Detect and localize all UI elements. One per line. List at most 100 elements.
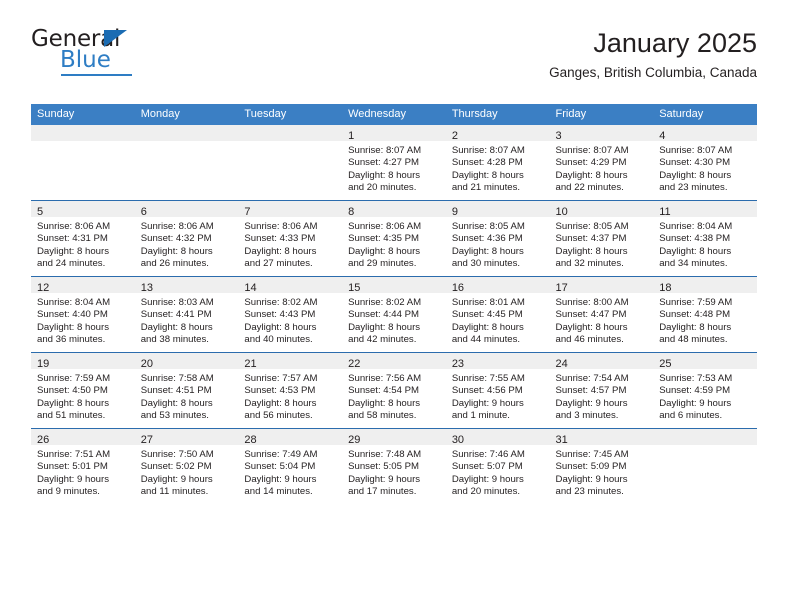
day-detail-block: Sunrise: 7:51 AM Sunset: 5:01 PM Daylight:… — [31, 445, 135, 499]
calendar-day-cell[interactable]: 31 Sunrise: 7:45 AM Sunset: 5:09 PM Dayligh… — [549, 428, 654, 504]
day-number: 27 — [140, 434, 153, 446]
weekday-header-row: Sunday Monday Tuesday Wednesday Thursday Frid… — [31, 104, 757, 125]
calendar-day-cell-empty — [134, 125, 239, 201]
daylight-text: Daylight: 8 hours — [555, 169, 628, 181]
day-number-band — [31, 125, 135, 141]
sunset-text: Sunset: 4:50 PM — [37, 385, 108, 397]
day-number: 11 — [659, 206, 671, 218]
day-detail-block: Sunrise: 7:49 AM Sunset: 5:04 PM Daylight:… — [238, 445, 342, 499]
calendar-day-cell[interactable]: 16 Sunrise: 8:01 AM Sunset: 4:45 PM Dayligh… — [445, 276, 550, 353]
day-detail-block: Sunrise: 7:55 AM Sunset: 4:56 PM Daylight:… — [446, 369, 550, 423]
day-number-band: 23 — [445, 353, 550, 370]
calendar-day-cell[interactable]: 1 Sunrise: 8:07 AM Sunset: 4:27 PM Daylight… — [342, 125, 446, 201]
sunrise-text: Sunrise: 8:07 AM — [555, 145, 629, 156]
calendar-day-cell[interactable]: 2 Sunrise: 8:07 AM Sunset: 4:28 PM Daylight… — [445, 125, 550, 201]
calendar-day-cell[interactable]: 29 Sunrise: 7:48 AM Sunset: 5:05 PM Dayligh… — [342, 428, 446, 504]
daylight-text-cont: and 21 minutes. — [451, 182, 521, 194]
calendar-day-cell[interactable]: 18 Sunrise: 7:59 AM Sunset: 4:48 PM Dayligh… — [653, 276, 757, 353]
daylight-text-cont: and 26 minutes. — [140, 258, 209, 270]
calendar-day-cell[interactable]: 7 Sunrise: 8:06 AM Sunset: 4:33 PM Daylight… — [238, 200, 343, 277]
sunset-text: Sunset: 4:51 PM — [140, 385, 212, 397]
calendar-day-cell[interactable]: 21 Sunrise: 7:57 AM Sunset: 4:53 PM Dayligh… — [238, 352, 343, 429]
day-detail-block: Sunrise: 8:00 AM Sunset: 4:47 PM Daylight:… — [550, 293, 654, 347]
daylight-text: Daylight: 9 hours — [555, 397, 628, 409]
logo-triangle-icon — [104, 30, 127, 47]
calendar-page: General Blue January 2025 Ganges, Britis… — [0, 0, 792, 612]
calendar-day-cell[interactable]: 15 Sunrise: 8:02 AM Sunset: 4:44 PM Dayligh… — [342, 276, 446, 353]
calendar-day-cell[interactable]: 9 Sunrise: 8:05 AM Sunset: 4:36 PM Daylight… — [445, 200, 550, 277]
daylight-text: Daylight: 8 hours — [451, 169, 524, 181]
sunset-text: Sunset: 5:05 PM — [348, 461, 420, 473]
day-detail-block: Sunrise: 7:58 AM Sunset: 4:51 PM Daylight:… — [135, 369, 239, 423]
calendar-day-cell[interactable]: 14 Sunrise: 8:02 AM Sunset: 4:43 PM Dayligh… — [238, 276, 343, 353]
day-number: 19 — [37, 358, 50, 370]
daylight-text: Daylight: 8 hours — [659, 245, 732, 257]
calendar-day-cell[interactable]: 22 Sunrise: 7:56 AM Sunset: 4:54 PM Dayligh… — [342, 352, 446, 429]
calendar-day-cell[interactable]: 6 Sunrise: 8:06 AM Sunset: 4:32 PM Daylight… — [134, 200, 239, 277]
calendar-week-row: 19 Sunrise: 7:59 AM Sunset: 4:50 PM Dayligh… — [31, 352, 757, 429]
sunrise-text: Sunrise: 7:49 AM — [244, 449, 318, 460]
calendar-day-cell[interactable]: 12 Sunrise: 8:04 AM Sunset: 4:40 PM Dayligh… — [31, 276, 135, 353]
calendar-day-cell[interactable]: 4 Sunrise: 8:07 AM Sunset: 4:30 PM Daylight… — [653, 125, 757, 201]
day-number: 15 — [348, 282, 361, 294]
calendar-day-cell[interactable]: 3 Sunrise: 8:07 AM Sunset: 4:29 PM Daylight… — [549, 125, 654, 201]
day-number: 22 — [348, 358, 361, 370]
day-number: 24 — [555, 358, 568, 370]
calendar-day-cell[interactable]: 28 Sunrise: 7:49 AM Sunset: 5:04 PM Dayligh… — [238, 428, 343, 504]
day-detail-block: Sunrise: 7:57 AM Sunset: 4:53 PM Daylight:… — [238, 369, 342, 423]
sunset-text: Sunset: 4:53 PM — [244, 385, 316, 397]
day-number: 3 — [555, 130, 562, 142]
daylight-text-cont: and 42 minutes. — [348, 334, 417, 346]
daylight-text: Daylight: 8 hours — [140, 245, 213, 257]
day-number-band: 18 — [653, 277, 757, 294]
day-number-band: 16 — [445, 277, 550, 294]
day-number: 9 — [451, 206, 458, 218]
sunrise-text: Sunrise: 7:50 AM — [140, 449, 214, 460]
daylight-text-cont: and 53 minutes. — [140, 410, 209, 422]
day-number-band: 4 — [653, 125, 757, 142]
calendar-day-cell[interactable]: 26 Sunrise: 7:51 AM Sunset: 5:01 PM Dayligh… — [31, 428, 135, 504]
sunrise-text: Sunrise: 7:58 AM — [140, 373, 214, 384]
sunset-text: Sunset: 4:38 PM — [659, 233, 731, 245]
daylight-text: Daylight: 9 hours — [451, 397, 524, 409]
daylight-text: Daylight: 8 hours — [555, 321, 628, 333]
calendar-day-cell[interactable]: 24 Sunrise: 7:54 AM Sunset: 4:57 PM Dayligh… — [549, 352, 654, 429]
day-number: 14 — [244, 282, 257, 294]
sunrise-text: Sunrise: 8:05 AM — [451, 221, 525, 232]
sunrise-text: Sunrise: 7:54 AM — [555, 373, 629, 384]
sunset-text: Sunset: 4:56 PM — [451, 385, 523, 397]
day-number: 29 — [348, 434, 361, 446]
daylight-text-cont: and 23 minutes. — [555, 486, 624, 498]
calendar-day-cell[interactable]: 20 Sunrise: 7:58 AM Sunset: 4:51 PM Dayligh… — [134, 352, 239, 429]
sunset-text: Sunset: 5:09 PM — [555, 461, 627, 473]
calendar-day-cell[interactable]: 17 Sunrise: 8:00 AM Sunset: 4:47 PM Dayligh… — [549, 276, 654, 353]
day-detail-block: Sunrise: 8:03 AM Sunset: 4:41 PM Daylight:… — [135, 293, 239, 347]
calendar-day-cell[interactable]: 5 Sunrise: 8:06 AM Sunset: 4:31 PM Daylight… — [31, 200, 135, 277]
sunrise-text: Sunrise: 7:48 AM — [348, 449, 422, 460]
weekday-header-monday: Monday — [134, 104, 239, 125]
calendar-day-cell[interactable]: 30 Sunrise: 7:46 AM Sunset: 5:07 PM Dayligh… — [445, 428, 550, 504]
day-detail-block: Sunrise: 8:06 AM Sunset: 4:35 PM Daylight:… — [342, 217, 446, 271]
calendar-day-cell[interactable]: 19 Sunrise: 7:59 AM Sunset: 4:50 PM Dayligh… — [31, 352, 135, 429]
calendar-day-cell[interactable]: 8 Sunrise: 8:06 AM Sunset: 4:35 PM Daylight… — [342, 200, 446, 277]
calendar-day-cell[interactable]: 23 Sunrise: 7:55 AM Sunset: 4:56 PM Dayligh… — [445, 352, 550, 429]
daylight-text-cont: and 14 minutes. — [244, 486, 313, 498]
calendar-day-cell[interactable]: 11 Sunrise: 8:04 AM Sunset: 4:38 PM Dayligh… — [653, 200, 757, 277]
sunset-text: Sunset: 4:41 PM — [140, 309, 212, 321]
daylight-text-cont: and 46 minutes. — [555, 334, 624, 346]
calendar-day-cell[interactable]: 27 Sunrise: 7:50 AM Sunset: 5:02 PM Dayligh… — [134, 428, 239, 504]
calendar-day-cell[interactable]: 25 Sunrise: 7:53 AM Sunset: 4:59 PM Dayligh… — [653, 352, 757, 429]
general-blue-logo[interactable]: General Blue — [31, 28, 221, 86]
calendar-day-cell[interactable]: 13 Sunrise: 8:03 AM Sunset: 4:41 PM Dayligh… — [134, 276, 239, 353]
sunset-text: Sunset: 4:28 PM — [451, 157, 523, 169]
day-detail-block — [238, 141, 342, 145]
daylight-text-cont: and 11 minutes. — [140, 486, 209, 498]
calendar-week-row: 1 Sunrise: 8:07 AM Sunset: 4:27 PM Daylight… — [31, 125, 757, 201]
sunrise-text: Sunrise: 7:56 AM — [348, 373, 422, 384]
sunset-text: Sunset: 5:07 PM — [451, 461, 523, 473]
sunrise-text: Sunrise: 7:45 AM — [555, 449, 629, 460]
day-number-band: 8 — [342, 201, 446, 218]
day-number-band: 28 — [238, 429, 343, 446]
day-number: 10 — [555, 206, 568, 218]
calendar-day-cell[interactable]: 10 Sunrise: 8:05 AM Sunset: 4:37 PM Dayligh… — [549, 200, 654, 277]
